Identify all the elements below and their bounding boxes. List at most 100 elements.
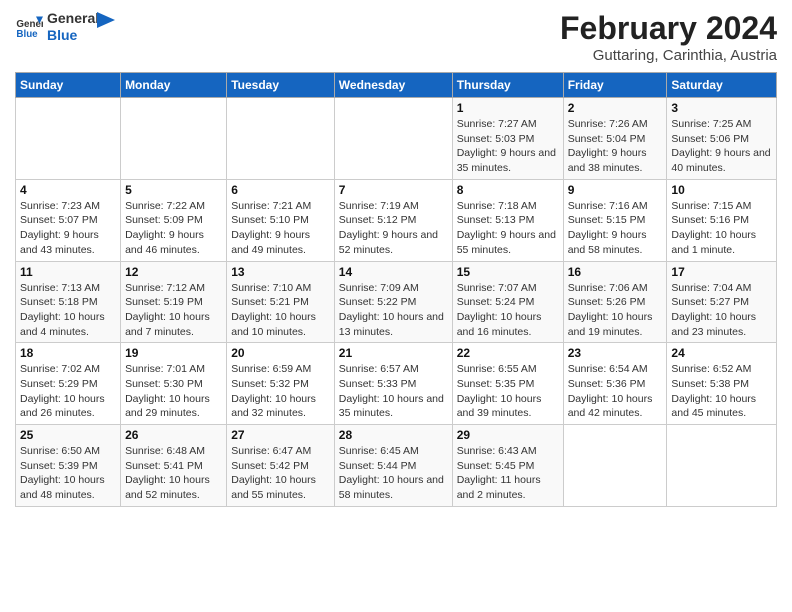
calendar-cell: 10 Sunrise: 7:15 AM Sunset: 5:16 PM Dayli… xyxy=(667,179,777,261)
calendar-cell: 26Sunrise: 6:48 AM Sunset: 5:41 PM Dayli… xyxy=(121,425,227,507)
calendar-cell: 13 Sunrise: 7:10 AM Sunset: 5:21 PM Dayli… xyxy=(227,261,335,343)
day-detail: Sunrise: 6:55 AM Sunset: 5:35 PM Dayligh… xyxy=(457,362,559,421)
calendar-cell: 25 Sunrise: 6:50 AM Sunset: 5:39 PM Dayli… xyxy=(16,425,121,507)
day-number: 3 xyxy=(671,101,772,115)
calendar-cell: 5 Sunrise: 7:22 AM Sunset: 5:09 PM Daylig… xyxy=(121,179,227,261)
day-number: 25 xyxy=(20,428,116,442)
calendar-cell: 3 Sunrise: 7:25 AM Sunset: 5:06 PM Daylig… xyxy=(667,98,777,180)
day-number: 28 xyxy=(339,428,448,442)
day-number: 18 xyxy=(20,346,116,360)
day-detail: Sunrise: 7:13 AM Sunset: 5:18 PM Dayligh… xyxy=(20,281,116,340)
calendar-cell: 11 Sunrise: 7:13 AM Sunset: 5:18 PM Dayli… xyxy=(16,261,121,343)
day-detail: Sunrise: 7:25 AM Sunset: 5:06 PM Dayligh… xyxy=(671,117,772,176)
day-number: 4 xyxy=(20,183,116,197)
day-number: 7 xyxy=(339,183,448,197)
calendar-week-row: 25 Sunrise: 6:50 AM Sunset: 5:39 PM Dayli… xyxy=(16,425,777,507)
day-number: 27 xyxy=(231,428,330,442)
day-detail: Sunrise: 7:12 AM Sunset: 5:19 PM Dayligh… xyxy=(125,281,222,340)
calendar-header-thursday: Thursday xyxy=(452,73,563,98)
calendar-week-row: 18 Sunrise: 7:02 AM Sunset: 5:29 PM Dayli… xyxy=(16,343,777,425)
day-number: 16 xyxy=(568,265,663,279)
day-number: 29 xyxy=(457,428,559,442)
calendar-header-saturday: Saturday xyxy=(667,73,777,98)
calendar-table: SundayMondayTuesdayWednesdayThursdayFrid… xyxy=(15,72,777,507)
day-detail: Sunrise: 6:59 AM Sunset: 5:32 PM Dayligh… xyxy=(231,362,330,421)
day-detail: Sunrise: 7:04 AM Sunset: 5:27 PM Dayligh… xyxy=(671,281,772,340)
day-detail: Sunrise: 7:09 AM Sunset: 5:22 PM Dayligh… xyxy=(339,281,448,340)
day-number: 21 xyxy=(339,346,448,360)
calendar-cell: 8 Sunrise: 7:18 AM Sunset: 5:13 PM Daylig… xyxy=(452,179,563,261)
calendar-header-friday: Friday xyxy=(563,73,667,98)
day-number: 1 xyxy=(457,101,559,115)
day-detail: Sunrise: 6:43 AM Sunset: 5:45 PM Dayligh… xyxy=(457,444,559,503)
calendar-week-row: 1 Sunrise: 7:27 AM Sunset: 5:03 PM Daylig… xyxy=(16,98,777,180)
day-number: 6 xyxy=(231,183,330,197)
day-detail: Sunrise: 6:52 AM Sunset: 5:38 PM Dayligh… xyxy=(671,362,772,421)
calendar-cell: 2Sunrise: 7:26 AM Sunset: 5:04 PM Daylig… xyxy=(563,98,667,180)
page-subtitle: Guttaring, Carinthia, Austria xyxy=(560,47,777,64)
day-detail: Sunrise: 7:16 AM Sunset: 5:15 PM Dayligh… xyxy=(568,199,663,258)
logo-icon: General Blue xyxy=(15,13,43,41)
calendar-week-row: 4Sunrise: 7:23 AM Sunset: 5:07 PM Daylig… xyxy=(16,179,777,261)
calendar-cell: 1 Sunrise: 7:27 AM Sunset: 5:03 PM Daylig… xyxy=(452,98,563,180)
day-detail: Sunrise: 7:22 AM Sunset: 5:09 PM Dayligh… xyxy=(125,199,222,258)
day-number: 11 xyxy=(20,265,116,279)
calendar-cell xyxy=(667,425,777,507)
page-title: February 2024 xyxy=(560,10,777,47)
calendar-header-row: SundayMondayTuesdayWednesdayThursdayFrid… xyxy=(16,73,777,98)
day-detail: Sunrise: 7:21 AM Sunset: 5:10 PM Dayligh… xyxy=(231,199,330,258)
day-detail: Sunrise: 7:06 AM Sunset: 5:26 PM Dayligh… xyxy=(568,281,663,340)
day-detail: Sunrise: 7:10 AM Sunset: 5:21 PM Dayligh… xyxy=(231,281,330,340)
day-detail: Sunrise: 7:18 AM Sunset: 5:13 PM Dayligh… xyxy=(457,199,559,258)
calendar-cell: 27 Sunrise: 6:47 AM Sunset: 5:42 PM Dayli… xyxy=(227,425,335,507)
logo-flag-icon xyxy=(97,12,115,34)
calendar-cell: 28 Sunrise: 6:45 AM Sunset: 5:44 PM Dayli… xyxy=(334,425,452,507)
calendar-cell: 4Sunrise: 7:23 AM Sunset: 5:07 PM Daylig… xyxy=(16,179,121,261)
day-detail: Sunrise: 7:19 AM Sunset: 5:12 PM Dayligh… xyxy=(339,199,448,258)
day-detail: Sunrise: 7:27 AM Sunset: 5:03 PM Dayligh… xyxy=(457,117,559,176)
calendar-cell: 20 Sunrise: 6:59 AM Sunset: 5:32 PM Dayli… xyxy=(227,343,335,425)
header: General Blue General Blue February 2024 … xyxy=(15,10,777,64)
day-number: 26 xyxy=(125,428,222,442)
day-number: 19 xyxy=(125,346,222,360)
day-detail: Sunrise: 6:54 AM Sunset: 5:36 PM Dayligh… xyxy=(568,362,663,421)
day-detail: Sunrise: 6:47 AM Sunset: 5:42 PM Dayligh… xyxy=(231,444,330,503)
logo-text-blue: Blue xyxy=(47,27,99,44)
calendar-cell: 19Sunrise: 7:01 AM Sunset: 5:30 PM Dayli… xyxy=(121,343,227,425)
calendar-header-monday: Monday xyxy=(121,73,227,98)
calendar-cell: 24 Sunrise: 6:52 AM Sunset: 5:38 PM Dayli… xyxy=(667,343,777,425)
day-number: 13 xyxy=(231,265,330,279)
calendar-cell: 22 Sunrise: 6:55 AM Sunset: 5:35 PM Dayli… xyxy=(452,343,563,425)
day-number: 24 xyxy=(671,346,772,360)
day-detail: Sunrise: 7:02 AM Sunset: 5:29 PM Dayligh… xyxy=(20,362,116,421)
calendar-cell xyxy=(334,98,452,180)
calendar-header-sunday: Sunday xyxy=(16,73,121,98)
calendar-cell xyxy=(121,98,227,180)
day-number: 22 xyxy=(457,346,559,360)
calendar-cell xyxy=(563,425,667,507)
day-detail: Sunrise: 6:45 AM Sunset: 5:44 PM Dayligh… xyxy=(339,444,448,503)
calendar-cell: 18 Sunrise: 7:02 AM Sunset: 5:29 PM Dayli… xyxy=(16,343,121,425)
day-detail: Sunrise: 6:57 AM Sunset: 5:33 PM Dayligh… xyxy=(339,362,448,421)
day-number: 8 xyxy=(457,183,559,197)
day-number: 14 xyxy=(339,265,448,279)
calendar-cell: 21 Sunrise: 6:57 AM Sunset: 5:33 PM Dayli… xyxy=(334,343,452,425)
logo: General Blue General Blue xyxy=(15,10,115,44)
calendar-cell: 14 Sunrise: 7:09 AM Sunset: 5:22 PM Dayli… xyxy=(334,261,452,343)
calendar-header-tuesday: Tuesday xyxy=(227,73,335,98)
calendar-cell: 17 Sunrise: 7:04 AM Sunset: 5:27 PM Dayli… xyxy=(667,261,777,343)
day-detail: Sunrise: 6:50 AM Sunset: 5:39 PM Dayligh… xyxy=(20,444,116,503)
day-number: 20 xyxy=(231,346,330,360)
day-number: 5 xyxy=(125,183,222,197)
calendar-cell: 7 Sunrise: 7:19 AM Sunset: 5:12 PM Daylig… xyxy=(334,179,452,261)
calendar-week-row: 11 Sunrise: 7:13 AM Sunset: 5:18 PM Dayli… xyxy=(16,261,777,343)
calendar-cell xyxy=(227,98,335,180)
calendar-header-wednesday: Wednesday xyxy=(334,73,452,98)
calendar-cell: 23Sunrise: 6:54 AM Sunset: 5:36 PM Dayli… xyxy=(563,343,667,425)
day-number: 2 xyxy=(568,101,663,115)
calendar-cell: 29 Sunrise: 6:43 AM Sunset: 5:45 PM Dayli… xyxy=(452,425,563,507)
day-number: 17 xyxy=(671,265,772,279)
day-detail: Sunrise: 7:15 AM Sunset: 5:16 PM Dayligh… xyxy=(671,199,772,258)
calendar-cell xyxy=(16,98,121,180)
day-number: 10 xyxy=(671,183,772,197)
